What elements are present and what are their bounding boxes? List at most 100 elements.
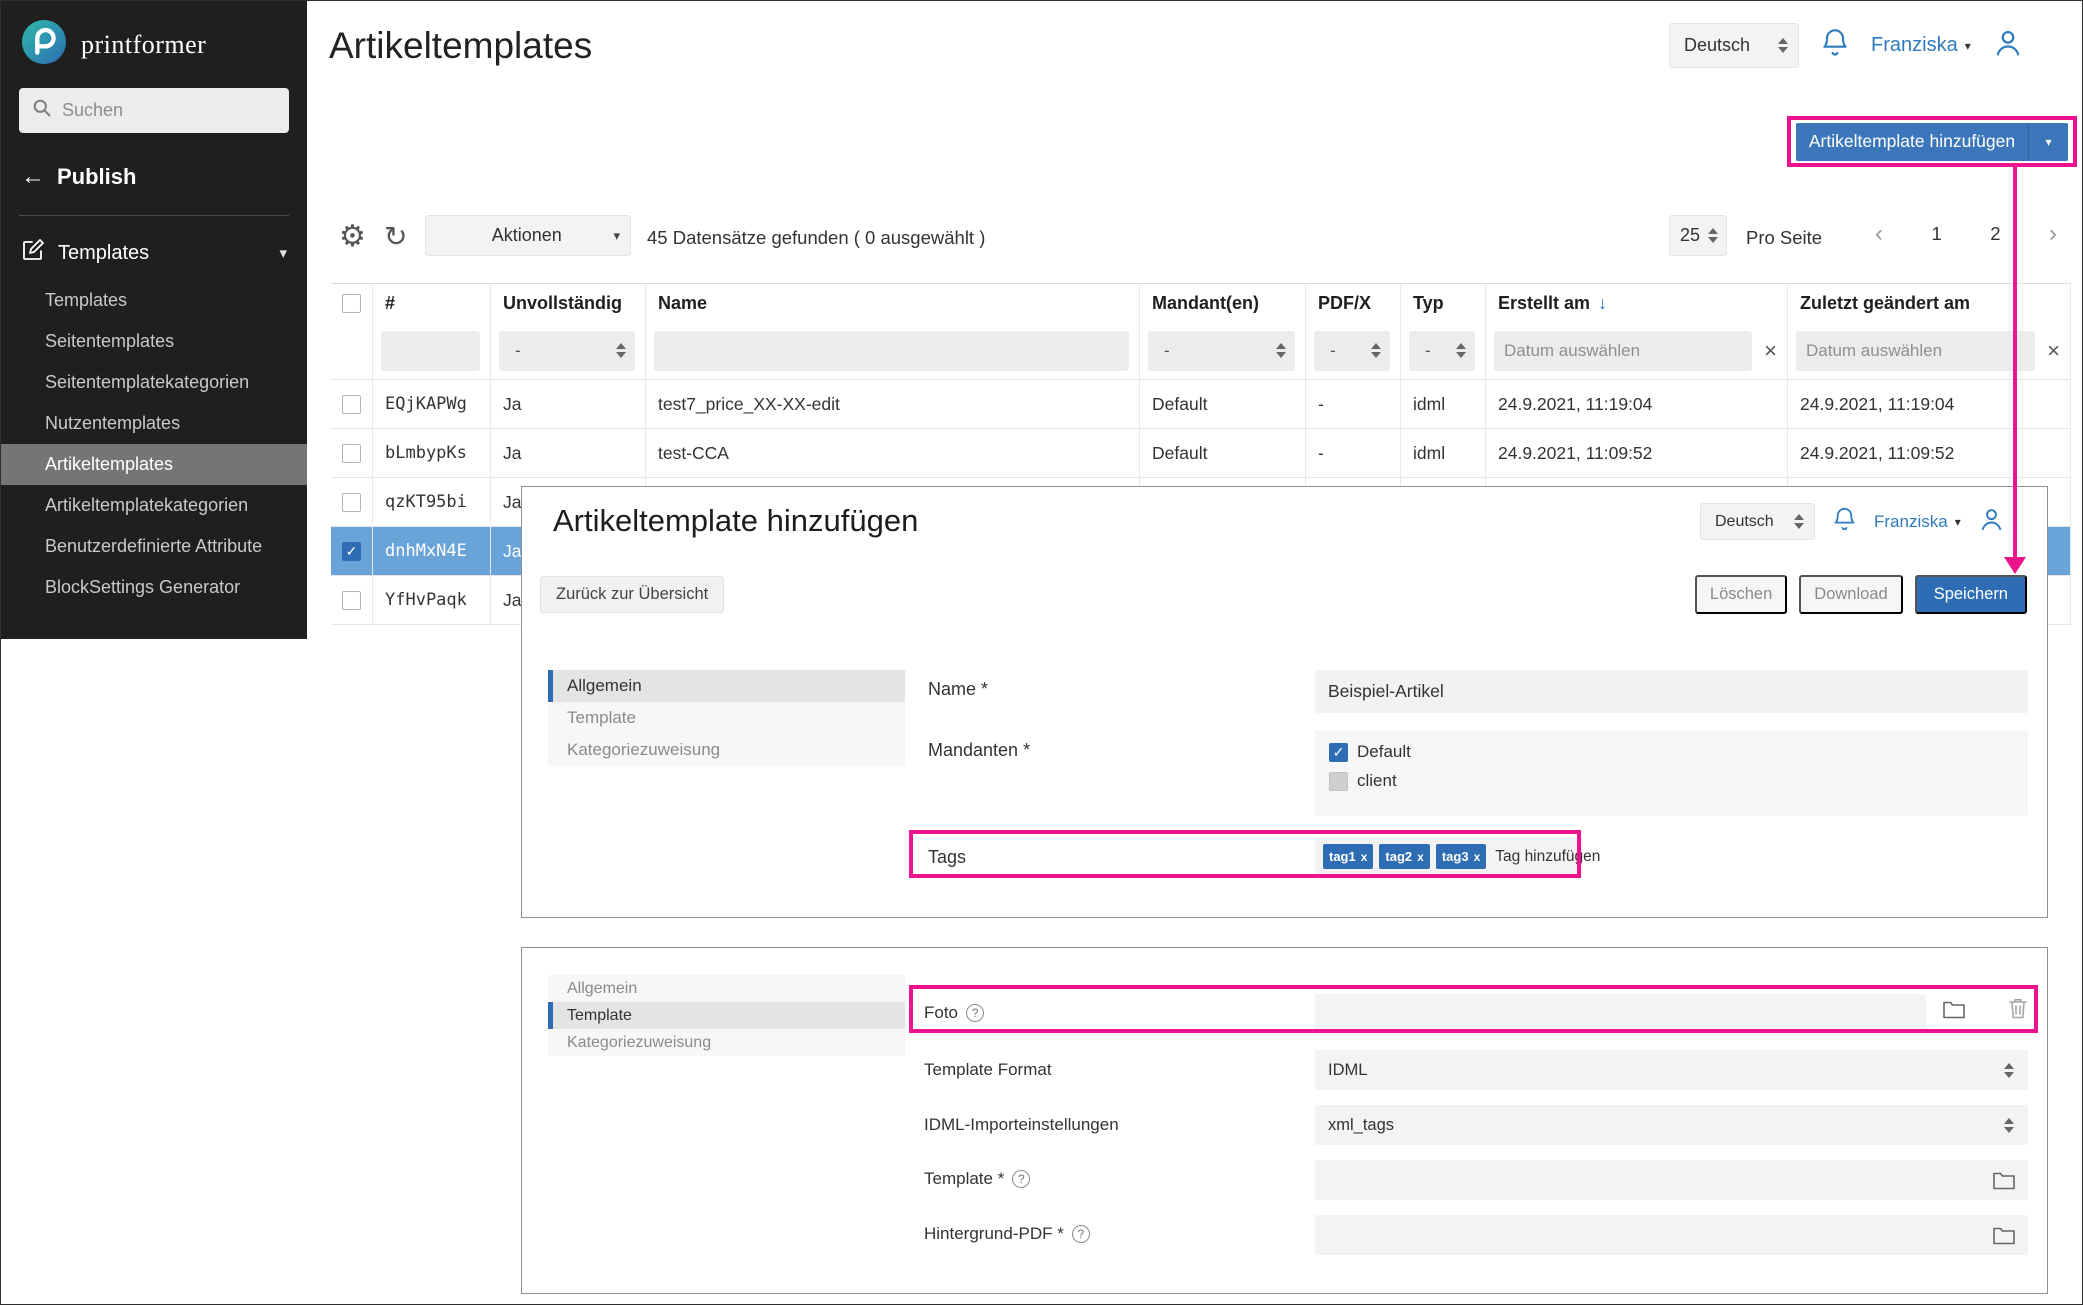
tags-field[interactable]: tag1 x tag2 x tag3 x Tag hinzufügen: [1315, 838, 1583, 875]
person-icon[interactable]: [1991, 26, 2025, 65]
hintergrund-pdf-field[interactable]: [1315, 1215, 2028, 1255]
remove-tag-icon[interactable]: x: [1474, 850, 1481, 864]
column-header-name[interactable]: Name: [646, 284, 1140, 322]
bell-icon[interactable]: [1831, 506, 1858, 538]
clear-icon[interactable]: ×: [2047, 338, 2060, 364]
name-field[interactable]: Beispiel-Artikel: [1315, 670, 2028, 713]
page-1[interactable]: 1: [1931, 223, 1941, 245]
sidebar-item-nutzentemplates[interactable]: Nutzentemplates: [1, 403, 307, 444]
brand[interactable]: printformer: [1, 1, 307, 80]
hintergrund-pdf-label: Hintergrund-PDF * ?: [924, 1224, 1090, 1244]
sidebar-section-templates[interactable]: Templates ▾: [1, 216, 307, 280]
back-to-overview-button[interactable]: Zurück zur Übersicht: [540, 576, 724, 613]
mandanten-group: ✓ Default client: [1315, 730, 2028, 816]
mandant-default-option[interactable]: ✓ Default: [1329, 742, 2014, 762]
bell-icon[interactable]: [1819, 27, 1851, 64]
column-header-mandanten[interactable]: Mandant(en): [1140, 284, 1306, 322]
select-all-checkbox[interactable]: [342, 294, 361, 313]
column-header-typ[interactable]: Typ: [1401, 284, 1486, 322]
tab-kategoriezuweisung[interactable]: Kategoriezuweisung: [548, 734, 905, 766]
dialog-template-tab: Allgemein Template Kategoriezuweisung Fo…: [521, 947, 2048, 1294]
tab-kategoriezuweisung[interactable]: Kategoriezuweisung: [548, 1029, 905, 1056]
template-file-field[interactable]: [1315, 1160, 2028, 1200]
language-select[interactable]: Deutsch: [1669, 23, 1799, 68]
chevron-down-icon[interactable]: ▾: [2028, 123, 2068, 161]
filter-id-input[interactable]: [381, 331, 480, 371]
sidebar-item-templates[interactable]: Templates: [1, 280, 307, 321]
filter-typ-select[interactable]: -: [1409, 331, 1475, 371]
column-header-unvollstaendig[interactable]: Unvollständig: [491, 284, 646, 322]
sidebar-item-seitentemplates[interactable]: Seitentemplates: [1, 321, 307, 362]
page-prev-icon[interactable]: ‹: [1875, 224, 1883, 244]
column-header-pdfx[interactable]: PDF/X: [1306, 284, 1401, 322]
folder-icon[interactable]: [1992, 1169, 2016, 1196]
folder-icon[interactable]: [1992, 1224, 2016, 1251]
page-2[interactable]: 2: [1990, 223, 2000, 245]
foto-file-field[interactable]: [1315, 994, 1926, 1031]
template-file-label: Template * ?: [924, 1169, 1030, 1189]
sidebar-item-seitentemplatekategorien[interactable]: Seitentemplatekategorien: [1, 362, 307, 403]
actions-dropdown[interactable]: Aktionen ▾: [425, 215, 631, 256]
back-label: Publish: [57, 164, 136, 190]
refresh-icon[interactable]: ↻: [384, 220, 407, 253]
per-page-select[interactable]: 25: [1669, 215, 1727, 256]
tab-template[interactable]: Template: [548, 702, 905, 734]
save-button[interactable]: Speichern: [1915, 575, 2027, 614]
remove-tag-icon[interactable]: x: [1361, 850, 1368, 864]
filter-geaendert-date[interactable]: Datum auswählen: [1796, 331, 2035, 371]
select-arrows-icon: [2004, 1118, 2014, 1133]
user-menu[interactable]: Franziska ▾: [1874, 512, 1961, 532]
delete-button[interactable]: Löschen: [1695, 575, 1787, 614]
download-button[interactable]: Download: [1799, 575, 1902, 614]
idml-import-select[interactable]: xml_tags: [1315, 1105, 2028, 1145]
add-tag-button[interactable]: Tag hinzufügen: [1495, 848, 1600, 866]
row-checkbox-checked[interactable]: ✓: [342, 542, 361, 561]
help-icon[interactable]: ?: [1072, 1225, 1090, 1243]
user-menu[interactable]: Franziska ▾: [1871, 34, 1971, 57]
row-checkbox[interactable]: [342, 444, 361, 463]
tags-label: Tags: [928, 847, 966, 868]
sidebar-search: [19, 88, 289, 133]
tab-allgemein[interactable]: Allgemein: [548, 975, 905, 1002]
mandant-client-option[interactable]: client: [1329, 771, 2014, 791]
back-to-publish[interactable]: ← Publish: [1, 133, 307, 215]
filter-mandanten-select[interactable]: -: [1148, 331, 1295, 371]
person-icon[interactable]: [1977, 505, 2006, 539]
trash-icon[interactable]: [2008, 997, 2028, 1025]
tab-allgemein[interactable]: Allgemein: [548, 670, 905, 702]
checkbox-checked[interactable]: ✓: [1329, 743, 1348, 762]
table-header-row: # Unvollständig Name Mandant(en) PDF/X T…: [331, 284, 2071, 322]
page-next-icon[interactable]: ›: [2049, 224, 2057, 244]
tab-template[interactable]: Template: [548, 1002, 905, 1029]
filter-pdfx-select[interactable]: -: [1314, 331, 1390, 371]
sidebar-item-benutzerdefinierte-attribute[interactable]: Benutzerdefinierte Attribute: [1, 526, 307, 567]
select-arrows-icon: [2004, 1063, 2014, 1078]
filter-unvollstaendig-select[interactable]: -: [499, 331, 635, 371]
remove-tag-icon[interactable]: x: [1417, 850, 1424, 864]
sidebar-item-artikeltemplatekategorien[interactable]: Artikeltemplatekategorien: [1, 485, 307, 526]
gear-icon[interactable]: ⚙: [339, 219, 366, 254]
search-input[interactable]: [62, 100, 276, 121]
filter-name-input[interactable]: [654, 331, 1129, 371]
clear-icon[interactable]: ×: [1764, 338, 1777, 364]
add-artikeltemplate-button[interactable]: Artikeltemplate hinzufügen ▾: [1796, 123, 2068, 161]
sidebar-item-artikeltemplates[interactable]: Artikeltemplates: [1, 444, 307, 485]
language-select[interactable]: Deutsch: [1700, 503, 1815, 540]
column-header-erstellt-am[interactable]: Erstellt am ↓: [1486, 284, 1788, 322]
template-format-select[interactable]: IDML: [1315, 1050, 2028, 1090]
column-header-zuletzt-geaendert[interactable]: Zuletzt geändert am: [1788, 284, 2071, 322]
row-checkbox[interactable]: [342, 591, 361, 610]
foto-label: Foto ?: [924, 1003, 984, 1023]
filter-erstellt-date[interactable]: Datum auswählen: [1494, 331, 1752, 371]
column-header-id[interactable]: #: [373, 284, 491, 322]
help-icon[interactable]: ?: [1012, 1170, 1030, 1188]
folder-icon[interactable]: [1942, 998, 1966, 1025]
checkbox-unchecked[interactable]: [1329, 772, 1348, 791]
table-row[interactable]: bLmbypKs Ja test-CCA Default - idml 24.9…: [331, 429, 2071, 478]
table-row[interactable]: EQjKAPWg Ja test7_price_XX-XX-edit Defau…: [331, 380, 2071, 429]
sidebar-item-blocksettings-generator[interactable]: BlockSettings Generator: [1, 567, 307, 608]
chevron-down-icon: ▾: [613, 228, 620, 244]
help-icon[interactable]: ?: [966, 1004, 984, 1022]
row-checkbox[interactable]: [342, 493, 361, 512]
row-checkbox[interactable]: [342, 395, 361, 414]
